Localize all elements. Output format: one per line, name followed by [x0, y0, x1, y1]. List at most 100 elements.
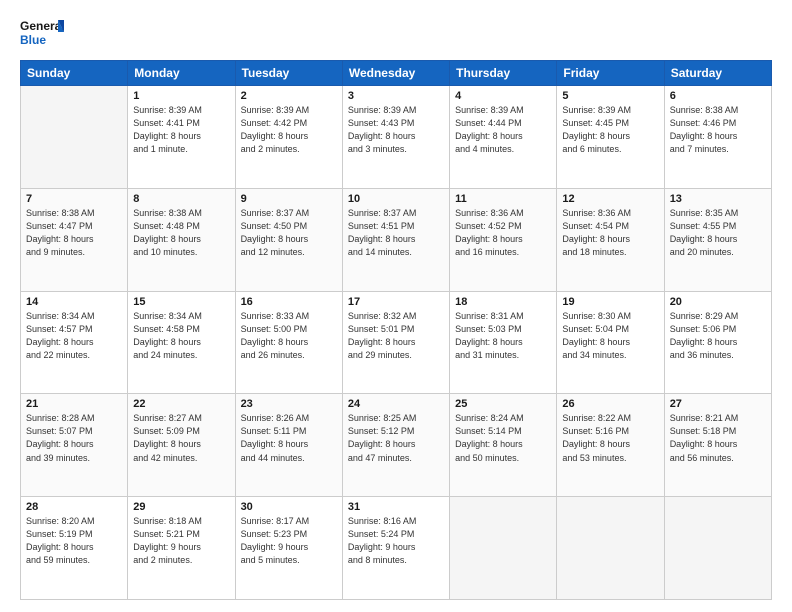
calendar-cell: 8 Sunrise: 8:38 AM Sunset: 4:48 PM Daylig… [128, 188, 235, 291]
day-info: Sunrise: 8:36 AM Sunset: 4:54 PM Dayligh… [562, 207, 658, 259]
weekday-header-saturday: Saturday [664, 61, 771, 86]
day-info: Sunrise: 8:33 AM Sunset: 5:00 PM Dayligh… [241, 310, 337, 362]
calendar-cell: 5 Sunrise: 8:39 AM Sunset: 4:45 PM Daylig… [557, 86, 664, 189]
day-info: Sunrise: 8:35 AM Sunset: 4:55 PM Dayligh… [670, 207, 766, 259]
day-number: 4 [455, 90, 551, 102]
logo: General Blue [20, 16, 64, 52]
svg-text:Blue: Blue [20, 33, 46, 47]
day-number: 28 [26, 501, 122, 513]
calendar-cell: 17 Sunrise: 8:32 AM Sunset: 5:01 PM Dayli… [342, 291, 449, 394]
day-info: Sunrise: 8:27 AM Sunset: 5:09 PM Dayligh… [133, 412, 229, 464]
page-header: General Blue [20, 16, 772, 52]
day-info: Sunrise: 8:34 AM Sunset: 4:58 PM Dayligh… [133, 310, 229, 362]
calendar-cell: 23 Sunrise: 8:26 AM Sunset: 5:11 PM Dayli… [235, 394, 342, 497]
calendar-cell: 1 Sunrise: 8:39 AM Sunset: 4:41 PM Daylig… [128, 86, 235, 189]
calendar-cell: 27Sunrise: 8:21 AM Sunset: 5:18 PM Dayli… [664, 394, 771, 497]
day-number: 8 [133, 193, 229, 205]
day-info: Sunrise: 8:29 AM Sunset: 5:06 PM Dayligh… [670, 310, 766, 362]
calendar-table: SundayMondayTuesdayWednesdayThursdayFrid… [20, 60, 772, 600]
weekday-header-monday: Monday [128, 61, 235, 86]
day-info: Sunrise: 8:39 AM Sunset: 4:45 PM Dayligh… [562, 104, 658, 156]
calendar-cell: 2 Sunrise: 8:39 AM Sunset: 4:42 PM Daylig… [235, 86, 342, 189]
day-info: Sunrise: 8:39 AM Sunset: 4:42 PM Dayligh… [241, 104, 337, 156]
svg-text:General: General [20, 19, 64, 33]
logo-icon: General Blue [20, 16, 64, 52]
day-info: Sunrise: 8:28 AM Sunset: 5:07 PM Dayligh… [26, 412, 122, 464]
day-info: Sunrise: 8:18 AM Sunset: 5:21 PM Dayligh… [133, 515, 229, 567]
calendar-cell: 19 Sunrise: 8:30 AM Sunset: 5:04 PM Dayli… [557, 291, 664, 394]
day-number: 9 [241, 193, 337, 205]
day-info: Sunrise: 8:36 AM Sunset: 4:52 PM Dayligh… [455, 207, 551, 259]
day-info: Sunrise: 8:25 AM Sunset: 5:12 PM Dayligh… [348, 412, 444, 464]
day-info: Sunrise: 8:37 AM Sunset: 4:50 PM Dayligh… [241, 207, 337, 259]
calendar-cell: 9 Sunrise: 8:37 AM Sunset: 4:50 PM Daylig… [235, 188, 342, 291]
calendar-cell: 7Sunrise: 8:38 AM Sunset: 4:47 PM Daylig… [21, 188, 128, 291]
calendar-cell: 28 Sunrise: 8:20 AM Sunset: 5:19 PM Dayli… [21, 497, 128, 600]
day-info: Sunrise: 8:20 AM Sunset: 5:19 PM Dayligh… [26, 515, 122, 567]
calendar-cell: 13 Sunrise: 8:35 AM Sunset: 4:55 PM Dayli… [664, 188, 771, 291]
day-info: Sunrise: 8:21 AM Sunset: 5:18 PM Dayligh… [670, 412, 766, 464]
calendar-cell [557, 497, 664, 600]
day-number: 6 [670, 90, 766, 102]
day-info: Sunrise: 8:31 AM Sunset: 5:03 PM Dayligh… [455, 310, 551, 362]
calendar-cell: 24 Sunrise: 8:25 AM Sunset: 5:12 PM Dayli… [342, 394, 449, 497]
calendar-cell: 6 Sunrise: 8:38 AM Sunset: 4:46 PM Daylig… [664, 86, 771, 189]
calendar-cell: 4 Sunrise: 8:39 AM Sunset: 4:44 PM Daylig… [450, 86, 557, 189]
day-info: Sunrise: 8:37 AM Sunset: 4:51 PM Dayligh… [348, 207, 444, 259]
day-number: 22 [133, 398, 229, 410]
calendar-cell: 26Sunrise: 8:22 AM Sunset: 5:16 PM Dayli… [557, 394, 664, 497]
day-number: 5 [562, 90, 658, 102]
day-info: Sunrise: 8:38 AM Sunset: 4:48 PM Dayligh… [133, 207, 229, 259]
day-number: 25 [455, 398, 551, 410]
day-number: 26 [562, 398, 658, 410]
day-info: Sunrise: 8:38 AM Sunset: 4:46 PM Dayligh… [670, 104, 766, 156]
weekday-header-thursday: Thursday [450, 61, 557, 86]
weekday-header-wednesday: Wednesday [342, 61, 449, 86]
day-number: 18 [455, 296, 551, 308]
calendar-cell: 22 Sunrise: 8:27 AM Sunset: 5:09 PM Dayli… [128, 394, 235, 497]
day-number: 21 [26, 398, 122, 410]
calendar-cell [450, 497, 557, 600]
day-number: 20 [670, 296, 766, 308]
day-number: 30 [241, 501, 337, 513]
day-number: 11 [455, 193, 551, 205]
weekday-header-sunday: Sunday [21, 61, 128, 86]
calendar-cell: 18 Sunrise: 8:31 AM Sunset: 5:03 PM Dayli… [450, 291, 557, 394]
day-number: 2 [241, 90, 337, 102]
day-number: 24 [348, 398, 444, 410]
calendar-cell: 12Sunrise: 8:36 AM Sunset: 4:54 PM Dayli… [557, 188, 664, 291]
weekday-header-friday: Friday [557, 61, 664, 86]
day-info: Sunrise: 8:17 AM Sunset: 5:23 PM Dayligh… [241, 515, 337, 567]
day-info: Sunrise: 8:32 AM Sunset: 5:01 PM Dayligh… [348, 310, 444, 362]
calendar-cell: 21 Sunrise: 8:28 AM Sunset: 5:07 PM Dayli… [21, 394, 128, 497]
day-info: Sunrise: 8:34 AM Sunset: 4:57 PM Dayligh… [26, 310, 122, 362]
calendar-cell: 30 Sunrise: 8:17 AM Sunset: 5:23 PM Dayli… [235, 497, 342, 600]
day-number: 17 [348, 296, 444, 308]
day-info: Sunrise: 8:16 AM Sunset: 5:24 PM Dayligh… [348, 515, 444, 567]
day-number: 19 [562, 296, 658, 308]
calendar-cell: 15 Sunrise: 8:34 AM Sunset: 4:58 PM Dayli… [128, 291, 235, 394]
calendar-cell: 31Sunrise: 8:16 AM Sunset: 5:24 PM Dayli… [342, 497, 449, 600]
day-number: 15 [133, 296, 229, 308]
calendar-cell: 10 Sunrise: 8:37 AM Sunset: 4:51 PM Dayli… [342, 188, 449, 291]
day-number: 23 [241, 398, 337, 410]
calendar-cell: 11 Sunrise: 8:36 AM Sunset: 4:52 PM Dayli… [450, 188, 557, 291]
day-number: 16 [241, 296, 337, 308]
day-info: Sunrise: 8:39 AM Sunset: 4:44 PM Dayligh… [455, 104, 551, 156]
weekday-header-tuesday: Tuesday [235, 61, 342, 86]
day-info: Sunrise: 8:26 AM Sunset: 5:11 PM Dayligh… [241, 412, 337, 464]
day-info: Sunrise: 8:39 AM Sunset: 4:41 PM Dayligh… [133, 104, 229, 156]
day-number: 3 [348, 90, 444, 102]
day-info: Sunrise: 8:30 AM Sunset: 5:04 PM Dayligh… [562, 310, 658, 362]
day-number: 10 [348, 193, 444, 205]
calendar-cell: 29Sunrise: 8:18 AM Sunset: 5:21 PM Dayli… [128, 497, 235, 600]
day-number: 7 [26, 193, 122, 205]
calendar-cell: 20 Sunrise: 8:29 AM Sunset: 5:06 PM Dayli… [664, 291, 771, 394]
day-number: 1 [133, 90, 229, 102]
calendar-cell: 3Sunrise: 8:39 AM Sunset: 4:43 PM Daylig… [342, 86, 449, 189]
day-info: Sunrise: 8:24 AM Sunset: 5:14 PM Dayligh… [455, 412, 551, 464]
calendar-cell: 25 Sunrise: 8:24 AM Sunset: 5:14 PM Dayli… [450, 394, 557, 497]
day-number: 13 [670, 193, 766, 205]
calendar-cell [664, 497, 771, 600]
calendar-cell: 16 Sunrise: 8:33 AM Sunset: 5:00 PM Dayli… [235, 291, 342, 394]
